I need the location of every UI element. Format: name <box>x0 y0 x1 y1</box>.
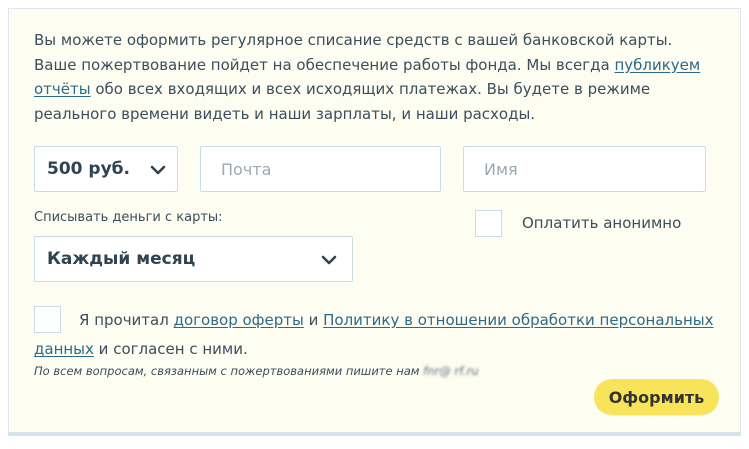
agreement-middle: и <box>303 311 324 329</box>
email-placeholder: Почта <box>221 160 272 179</box>
intro-text-start: Вы можете оформить регулярное списание с… <box>34 31 673 74</box>
donation-form-card: Вы можете оформить регулярное списание с… <box>8 8 741 436</box>
intro-text-end: обо всех входящих и всех исходящих плате… <box>34 80 651 123</box>
anonymous-checkbox[interactable] <box>475 210 502 237</box>
chevron-down-icon <box>321 255 337 265</box>
offer-link[interactable]: договор оферты <box>174 311 304 329</box>
anonymous-label: Оплатить анонимно <box>522 214 682 232</box>
name-placeholder: Имя <box>484 160 518 179</box>
amount-select[interactable]: 500 руб. <box>34 146 178 192</box>
contact-note: По всем вопросам, связанным с пожертвова… <box>34 364 479 378</box>
agreement-text: Я прочитал договор оферты и Политику в о… <box>34 306 714 364</box>
agreement-prefix: Я прочитал <box>79 311 174 329</box>
chevron-down-icon <box>150 165 166 175</box>
contact-email[interactable]: fnr@ rf.ru <box>423 364 478 378</box>
submit-button[interactable]: Оформить <box>594 379 719 415</box>
amount-value: 500 руб. <box>47 159 130 179</box>
frequency-value: Каждый месяц <box>47 249 196 269</box>
agreement-suffix: и согласен с ними. <box>93 340 248 358</box>
name-field[interactable]: Имя <box>463 146 706 192</box>
contact-note-text: По всем вопросам, связанным с пожертвова… <box>34 364 424 378</box>
intro-text: Вы можете оформить регулярное списание с… <box>34 28 714 126</box>
card-label: Списывать деньги с карты: <box>34 210 223 225</box>
frequency-select[interactable]: Каждый месяц <box>34 236 353 282</box>
email-field[interactable]: Почта <box>200 146 441 192</box>
